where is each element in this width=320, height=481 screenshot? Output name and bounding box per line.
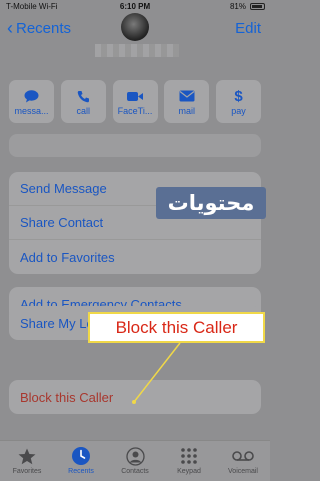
annotation-callout: Block this Caller [88,312,265,343]
mail-icon [179,87,195,105]
voicemail-icon [232,445,254,467]
tab-voicemail[interactable]: Voicemail [216,441,270,481]
block-caller-row[interactable]: Block this Caller [9,380,261,414]
status-bar: T-Mobile Wi-Fi 6:10 PM 81% [0,0,270,14]
video-icon [126,87,144,105]
tab-label: Voicemail [228,468,258,475]
action-label: pay [231,106,246,116]
tab-contacts[interactable]: Contacts [108,441,162,481]
back-button[interactable]: ‹ Recents [7,19,71,37]
add-to-favorites-row[interactable]: Add to Favorites [9,240,261,274]
battery-icon [250,3,265,10]
action-label: call [76,106,90,116]
message-action-button[interactable]: messa... [9,80,54,123]
edit-button[interactable]: Edit [235,20,261,37]
mail-action-button[interactable]: mail [164,80,210,123]
tab-recents[interactable]: Recents [54,441,108,481]
block-card: Block this Caller [9,380,261,414]
battery-percent: 81% [229,2,246,11]
star-icon [18,445,36,467]
message-icon [24,87,39,105]
tab-keypad[interactable]: Keypad [162,441,216,481]
action-label: messa... [14,106,49,116]
watermark: محتويات [156,187,266,219]
call-action-button[interactable]: call [60,80,106,123]
tab-label: Contacts [121,468,149,475]
phone-icon [77,87,90,105]
tab-label: Keypad [177,468,201,475]
back-label: Recents [16,19,72,37]
quick-actions: messa... call FaceTi... mail $ pay [9,80,261,123]
tab-bar: Favorites Recents Contacts Keypad Voicem… [0,440,270,481]
tab-favorites[interactable]: Favorites [0,441,54,481]
chevron-left-icon: ‹ [7,18,13,38]
empty-info-card [9,134,261,157]
person-icon [125,445,145,467]
pay-action-button[interactable]: $ pay [216,80,261,123]
facetime-action-button[interactable]: FaceTi... [112,80,158,123]
action-label: mail [178,106,195,116]
tab-label: Favorites [12,468,42,475]
action-label: FaceTi... [117,106,153,116]
clock-icon [71,445,91,467]
contact-name-redacted [95,44,179,57]
keypad-icon [180,445,198,467]
avatar [121,13,149,41]
tab-label: Recents [68,468,94,475]
dollar-icon: $ [234,87,243,105]
